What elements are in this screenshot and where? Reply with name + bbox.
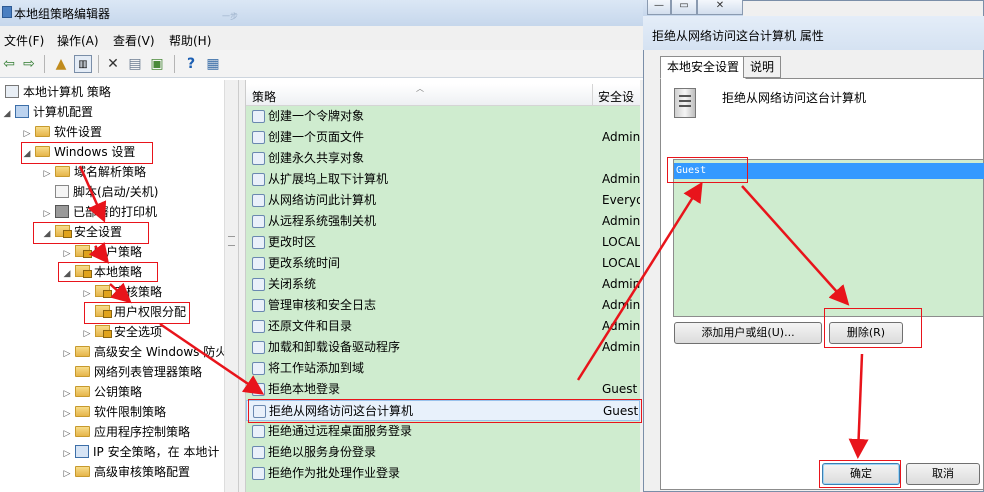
arrow-security-to-local: [88, 242, 110, 264]
arrow-local-to-rights: [109, 282, 132, 304]
arrow-rights-to-policy: [159, 322, 265, 395]
arrow-windows-to-security: [78, 165, 107, 223]
arrow-guest-to-remove: [741, 185, 850, 306]
arrow-remove-to-ok: [848, 353, 869, 459]
arrow-policy-to-guest: [576, 181, 703, 381]
annotation-arrows: [78, 165, 869, 459]
